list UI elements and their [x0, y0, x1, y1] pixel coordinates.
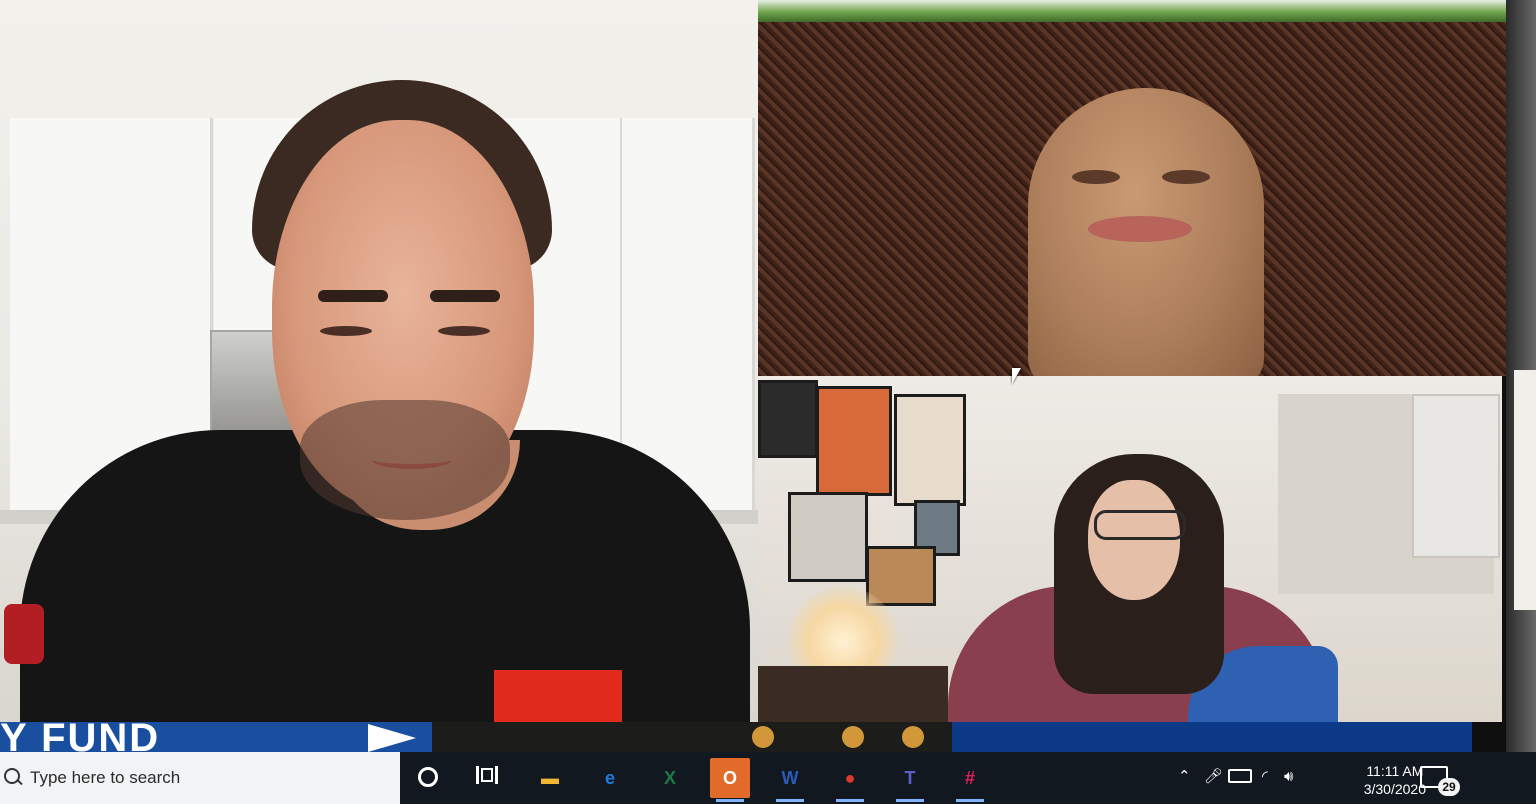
clock[interactable]: 11:11 AM 3/30/2020	[1364, 762, 1426, 798]
microphone-icon[interactable]: 🎤︎	[1204, 768, 1223, 786]
wall-frame	[816, 386, 892, 496]
wall-frame	[758, 380, 818, 458]
banner-arrow-icon	[368, 724, 416, 752]
flower-pattern	[752, 726, 774, 748]
flower-pattern	[902, 726, 924, 748]
floral-fabric	[432, 722, 952, 752]
search-icon	[4, 768, 20, 784]
mouse-cursor-icon	[1012, 368, 1021, 384]
slack-icon: #	[964, 768, 975, 788]
wall-panel	[1412, 394, 1500, 558]
taskbar-app-word[interactable]: W	[770, 758, 810, 802]
potato-eye	[1162, 170, 1210, 184]
video-tile-participant-1[interactable]	[0, 0, 758, 722]
notification-count-badge: 29	[1438, 778, 1460, 796]
taskbar-app-file-explorer[interactable]: ▬	[530, 758, 570, 798]
desk	[758, 666, 948, 722]
taskbar-app-slack[interactable]: #	[950, 758, 990, 802]
taskbar-app-chrome[interactable]: ●	[830, 758, 870, 802]
shirt-logo	[4, 604, 44, 664]
taskbar-app-edge[interactable]: e	[590, 758, 630, 798]
photo-collage	[788, 492, 868, 582]
running-indicator	[776, 799, 804, 802]
video-tile-participant-3[interactable]	[758, 376, 1502, 722]
eyebrow	[318, 290, 388, 302]
eye	[438, 326, 490, 336]
file-explorer-icon: ▬	[541, 768, 559, 788]
wall-frame	[894, 394, 966, 506]
running-indicator	[716, 799, 744, 802]
taskbar-search-box[interactable]: Type here to search	[0, 752, 400, 804]
desktop-wallpaper-strip	[952, 722, 1472, 752]
excel-icon: X	[663, 768, 676, 788]
edge-icon: e	[604, 768, 615, 788]
wifi-icon[interactable]: ◜	[1262, 768, 1268, 786]
running-indicator	[956, 799, 984, 802]
task-view-icon[interactable]	[476, 766, 498, 784]
outlook-icon: O	[722, 768, 737, 788]
clock-time: 11:11 AM	[1366, 763, 1424, 779]
potato-lips	[1088, 216, 1192, 242]
taskbar-app-teams[interactable]: T	[890, 758, 930, 802]
chrome-icon: ●	[844, 768, 856, 788]
banner-sign: Y FUND	[0, 722, 432, 752]
eyebrow	[430, 290, 500, 302]
teams-icon: T	[904, 768, 916, 788]
banner-text: Y FUND	[0, 722, 161, 752]
cortana-icon[interactable]	[418, 767, 438, 787]
flower-pattern	[842, 726, 864, 748]
participant-face	[1088, 480, 1180, 600]
potato-eye	[1072, 170, 1120, 184]
mouth	[372, 450, 452, 469]
glasses	[1094, 510, 1186, 540]
video-tile-participant-2[interactable]	[758, 0, 1506, 376]
volume-icon[interactable]: 🔊︎	[1284, 768, 1293, 786]
screen: Y FUND Type here to search ▬ e X O W ● T # ⌃ 🎤︎…	[0, 0, 1536, 804]
chevron-up-icon[interactable]: ⌃	[1178, 768, 1191, 786]
shirt-pocket	[494, 670, 622, 722]
word-icon: W	[781, 768, 799, 788]
taskbar-app-outlook[interactable]: O	[710, 758, 750, 802]
search-placeholder: Type here to search	[30, 768, 181, 787]
system-tray: ⌃ 🎤︎ ◜ 🔊︎ 11:11 AM 3/30/2020 29	[1166, 752, 1536, 804]
potato-filter-face	[1028, 88, 1264, 376]
eye	[320, 326, 372, 336]
taskbar: Type here to search ▬ e X O W ● T # ⌃ 🎤︎ ◜ 🔊︎ 1…	[0, 752, 1536, 804]
battery-icon[interactable]	[1228, 769, 1252, 783]
running-indicator	[836, 799, 864, 802]
taskbar-app-excel[interactable]: X	[650, 758, 690, 798]
running-indicator	[896, 799, 924, 802]
clock-date: 3/30/2020	[1363, 781, 1426, 797]
sticky-note	[1514, 370, 1536, 610]
grass-strip	[758, 0, 1506, 22]
